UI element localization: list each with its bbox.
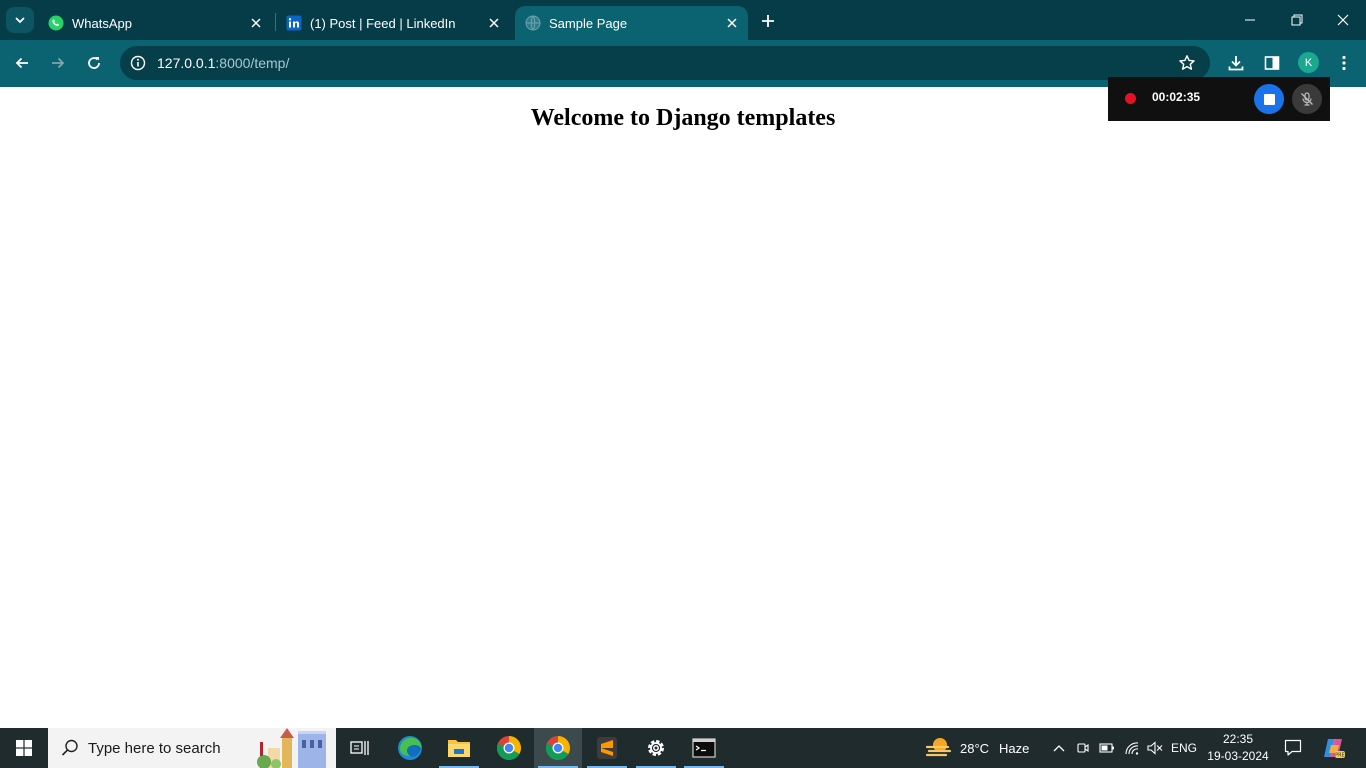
address-bar[interactable]: 127.0.0.1:8000/temp/ — [120, 46, 1210, 80]
clock-date: 19-03-2024 — [1207, 749, 1269, 763]
search-highlight-illustration-icon — [257, 728, 326, 768]
tab-whatsapp[interactable]: WhatsApp — [38, 6, 272, 40]
meet-now-button[interactable] — [1073, 728, 1093, 768]
tab-title: WhatsApp — [72, 15, 132, 31]
side-panel-icon — [1264, 56, 1280, 70]
plus-icon — [762, 15, 774, 27]
tab-search-button[interactable] — [6, 7, 34, 33]
close-tab-icon[interactable] — [484, 13, 504, 33]
file-explorer-icon — [448, 740, 470, 757]
settings-icon — [648, 740, 664, 756]
clock-time: 22:35 — [1222, 732, 1254, 746]
microphone-off-icon — [1301, 92, 1313, 106]
more-vertical-icon — [1342, 55, 1346, 71]
chrome-active-taskbar-button[interactable] — [534, 728, 582, 768]
chrome-taskbar-button[interactable] — [485, 728, 533, 768]
windows-taskbar: Type here to search 28°C Haze ENG 22:35 … — [0, 728, 1366, 768]
windows-logo-icon — [16, 740, 32, 756]
back-button[interactable] — [7, 48, 37, 78]
camera-icon — [1077, 743, 1089, 753]
language-indicator: ENG — [1170, 741, 1197, 755]
battery-icon — [1099, 743, 1114, 753]
weather-temperature: 28°C — [960, 740, 990, 756]
volume-button[interactable] — [1145, 728, 1165, 768]
file-explorer-taskbar-button[interactable] — [435, 728, 483, 768]
arrow-left-icon — [15, 57, 28, 69]
url-host: 127.0.0.1 — [157, 55, 216, 71]
svg-text:PRE: PRE — [1335, 753, 1345, 759]
linkedin-icon — [286, 15, 302, 31]
notifications-button[interactable] — [1280, 728, 1306, 768]
chrome-icon — [496, 736, 521, 761]
tab-strip: WhatsApp (1) Post | Feed | LinkedIn Samp… — [0, 0, 1366, 40]
edge-taskbar-button[interactable] — [386, 728, 434, 768]
close-tab-icon[interactable] — [246, 13, 266, 33]
profile-avatar[interactable]: K — [1298, 52, 1319, 73]
notification-icon — [1284, 739, 1302, 756]
recording-timer: 00:02:35 — [1152, 90, 1201, 104]
minimize-icon — [1245, 19, 1255, 21]
globe-icon — [525, 15, 541, 31]
wifi-icon — [1125, 742, 1139, 755]
new-tab-button[interactable] — [756, 9, 780, 33]
taskbar-search-box[interactable]: Type here to search — [48, 728, 336, 768]
network-button[interactable] — [1121, 728, 1143, 768]
page-viewport: Welcome to Django templates — [0, 87, 1366, 728]
stop-icon — [1263, 93, 1275, 105]
url-path: :8000/temp/ — [215, 55, 290, 71]
download-icon — [1228, 56, 1244, 71]
copilot-button[interactable]: PRE — [1318, 728, 1348, 768]
tab-linkedin[interactable]: (1) Post | Feed | LinkedIn — [276, 6, 510, 40]
close-icon — [1337, 14, 1349, 26]
haze-weather-icon — [925, 738, 952, 757]
chevron-down-icon — [15, 17, 25, 24]
copilot-icon: PRE — [1324, 739, 1345, 759]
settings-taskbar-button[interactable] — [632, 728, 680, 768]
start-button[interactable] — [0, 728, 48, 768]
task-view-icon — [350, 741, 369, 755]
taskbar-clock[interactable]: 22:35 19-03-2024 — [1203, 731, 1273, 765]
close-window-button[interactable] — [1325, 6, 1361, 34]
weather-widget[interactable]: 28°C Haze — [924, 728, 1029, 768]
terminal-taskbar-button[interactable] — [680, 728, 728, 768]
bookmark-star-icon[interactable] — [1176, 52, 1198, 74]
battery-button[interactable] — [1097, 728, 1117, 768]
search-placeholder: Type here to search — [88, 740, 221, 757]
minimize-button[interactable] — [1232, 6, 1268, 34]
sublime-taskbar-button[interactable] — [583, 728, 631, 768]
mute-microphone-button[interactable] — [1292, 84, 1322, 114]
reload-button[interactable] — [79, 48, 109, 78]
edge-icon — [398, 736, 422, 760]
restore-button[interactable] — [1279, 6, 1315, 34]
speaker-muted-icon — [1147, 741, 1163, 755]
reload-icon — [88, 57, 100, 69]
menu-button[interactable] — [1329, 48, 1359, 78]
task-view-button[interactable] — [336, 728, 384, 768]
url-text: 127.0.0.1:8000/temp/ — [157, 55, 289, 71]
search-icon — [61, 739, 78, 756]
chrome-icon — [545, 736, 570, 761]
side-panel-button[interactable] — [1257, 48, 1287, 78]
downloads-button[interactable] — [1221, 48, 1251, 78]
tab-title: (1) Post | Feed | LinkedIn — [310, 15, 456, 31]
arrow-right-icon — [52, 57, 65, 69]
close-tab-icon[interactable] — [722, 13, 742, 33]
recording-dot-icon — [1125, 93, 1136, 104]
screen-recorder-bar: 00:02:35 — [1108, 77, 1330, 121]
sublime-text-icon — [597, 737, 617, 759]
show-hidden-icons-button[interactable] — [1049, 728, 1069, 768]
forward-button[interactable] — [43, 48, 73, 78]
terminal-icon — [692, 738, 716, 758]
site-info-icon[interactable] — [128, 53, 148, 73]
weather-condition: Haze — [999, 740, 1030, 756]
input-language-button[interactable]: ENG — [1168, 728, 1200, 768]
whatsapp-icon — [48, 15, 64, 31]
chevron-up-icon — [1053, 745, 1065, 752]
restore-icon — [1291, 14, 1303, 26]
tab-title: Sample Page — [549, 15, 628, 31]
stop-recording-button[interactable] — [1254, 84, 1284, 114]
tab-sample-page[interactable]: Sample Page — [515, 6, 748, 40]
